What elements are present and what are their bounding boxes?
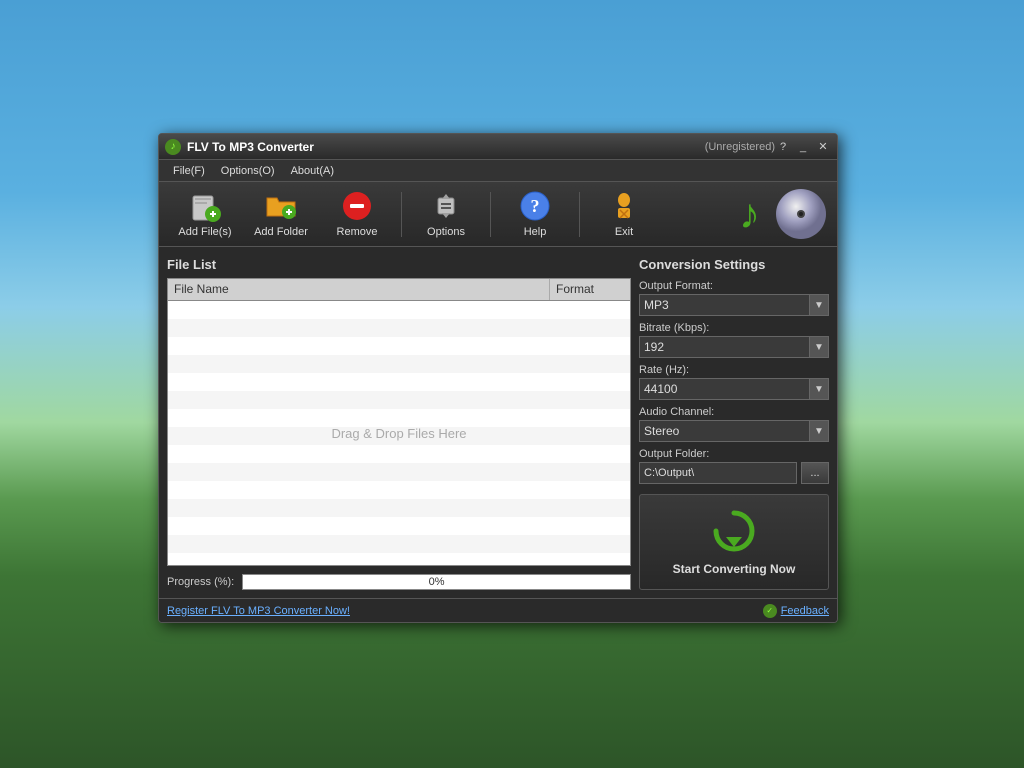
- output-folder-label: Output Folder:: [639, 448, 829, 460]
- convert-btn-label: Start Converting Now: [673, 562, 796, 576]
- title-bar: ♪ FLV To MP3 Converter (Unregistered) ? …: [159, 134, 837, 160]
- add-files-button[interactable]: Add File(s): [169, 187, 241, 242]
- audio-channel-wrapper: Stereo Mono ▼: [639, 420, 829, 442]
- folder-row: ...: [639, 462, 829, 484]
- output-format-row: Output Format: MP3 AAC OGG WMA WAV ▼: [639, 280, 829, 316]
- remove-icon: [341, 190, 373, 222]
- add-files-icon: [189, 190, 221, 222]
- exit-button[interactable]: Exit: [588, 187, 660, 242]
- add-folder-label: Add Folder: [254, 226, 308, 238]
- settings-title: Conversion Settings: [639, 255, 829, 274]
- help-icon: ?: [519, 190, 551, 222]
- rate-row: Rate (Hz): 22050 44100 48000 ▼: [639, 364, 829, 400]
- remove-button[interactable]: Remove: [321, 187, 393, 242]
- svg-text:?: ?: [531, 196, 540, 216]
- audio-channel-select[interactable]: Stereo Mono: [639, 420, 829, 442]
- audio-channel-label: Audio Channel:: [639, 406, 829, 418]
- rate-label: Rate (Hz):: [639, 364, 829, 376]
- register-link[interactable]: Register FLV To MP3 Converter Now!: [167, 605, 350, 617]
- bitrate-row: Bitrate (Kbps): 64 128 192 256 320 ▼: [639, 322, 829, 358]
- bitrate-select[interactable]: 64 128 192 256 320: [639, 336, 829, 358]
- menu-options[interactable]: Options(O): [213, 163, 283, 179]
- exit-icon: [608, 190, 640, 222]
- toolbar-separator-2: [490, 192, 491, 237]
- help-title-btn[interactable]: ?: [775, 140, 791, 154]
- bitrate-label: Bitrate (Kbps):: [639, 322, 829, 334]
- window-subtitle: (Unregistered): [705, 141, 775, 153]
- toolbar-separator-1: [401, 192, 402, 237]
- feedback-area: ✓ Feedback: [763, 604, 829, 618]
- minimize-btn[interactable]: _: [795, 140, 811, 154]
- toolbar: Add File(s) Add Folder Rem: [159, 182, 837, 247]
- window-title: FLV To MP3 Converter: [187, 140, 699, 154]
- settings-panel: Conversion Settings Output Format: MP3 A…: [639, 255, 829, 590]
- close-btn[interactable]: ✕: [815, 140, 831, 154]
- options-label: Options: [427, 226, 465, 238]
- file-list-panel: File List File Name Format Drag & Drop F…: [167, 255, 631, 590]
- column-filename: File Name: [168, 279, 550, 300]
- remove-label: Remove: [337, 226, 378, 238]
- convert-btn-icon: [712, 509, 756, 556]
- feedback-icon: ✓: [763, 604, 777, 618]
- app-icon: ♪: [165, 139, 181, 155]
- file-list-table[interactable]: File Name Format Drag & Drop Files Here: [167, 278, 631, 566]
- help-button[interactable]: ? Help: [499, 187, 571, 242]
- feedback-link[interactable]: Feedback: [781, 605, 829, 617]
- toolbar-separator-3: [579, 192, 580, 237]
- main-content: File List File Name Format Drag & Drop F…: [159, 247, 837, 598]
- options-icon: [430, 190, 462, 222]
- rate-select[interactable]: 22050 44100 48000: [639, 378, 829, 400]
- progress-bar-text: 0%: [243, 575, 630, 589]
- menu-file[interactable]: File(F): [165, 163, 213, 179]
- menu-about[interactable]: About(A): [283, 163, 342, 179]
- add-folder-button[interactable]: Add Folder: [245, 187, 317, 242]
- output-format-select[interactable]: MP3 AAC OGG WMA WAV: [639, 294, 829, 316]
- file-list-body[interactable]: Drag & Drop Files Here: [168, 301, 630, 565]
- output-format-wrapper: MP3 AAC OGG WMA WAV ▼: [639, 294, 829, 316]
- progress-row: Progress (%): 0%: [167, 574, 631, 590]
- progress-bar-container: 0%: [242, 574, 631, 590]
- output-format-label: Output Format:: [639, 280, 829, 292]
- audio-channel-row: Audio Channel: Stereo Mono ▼: [639, 406, 829, 442]
- drag-drop-hint: Drag & Drop Files Here: [331, 426, 466, 441]
- exit-label: Exit: [615, 226, 633, 238]
- progress-label: Progress (%):: [167, 576, 234, 588]
- menu-bar: File(F) Options(O) About(A): [159, 160, 837, 182]
- file-list-title: File List: [167, 255, 631, 274]
- bitrate-wrapper: 64 128 192 256 320 ▼: [639, 336, 829, 358]
- folder-browse-button[interactable]: ...: [801, 462, 829, 484]
- add-files-label: Add File(s): [178, 226, 231, 238]
- column-format: Format: [550, 279, 630, 300]
- options-button[interactable]: Options: [410, 187, 482, 242]
- help-label: Help: [524, 226, 547, 238]
- add-folder-icon: [265, 190, 297, 222]
- title-bar-controls: ? _ ✕: [775, 140, 831, 154]
- app-logo: ♪: [737, 188, 827, 240]
- start-converting-button[interactable]: Start Converting Now: [639, 494, 829, 590]
- rate-wrapper: 22050 44100 48000 ▼: [639, 378, 829, 400]
- file-list-header: File Name Format: [168, 279, 630, 301]
- output-folder-row: Output Folder: ...: [639, 448, 829, 484]
- output-folder-input[interactable]: [639, 462, 797, 484]
- svg-text:♪: ♪: [739, 190, 760, 237]
- app-window: ♪ FLV To MP3 Converter (Unregistered) ? …: [158, 133, 838, 623]
- status-bar: Register FLV To MP3 Converter Now! ✓ Fee…: [159, 598, 837, 622]
